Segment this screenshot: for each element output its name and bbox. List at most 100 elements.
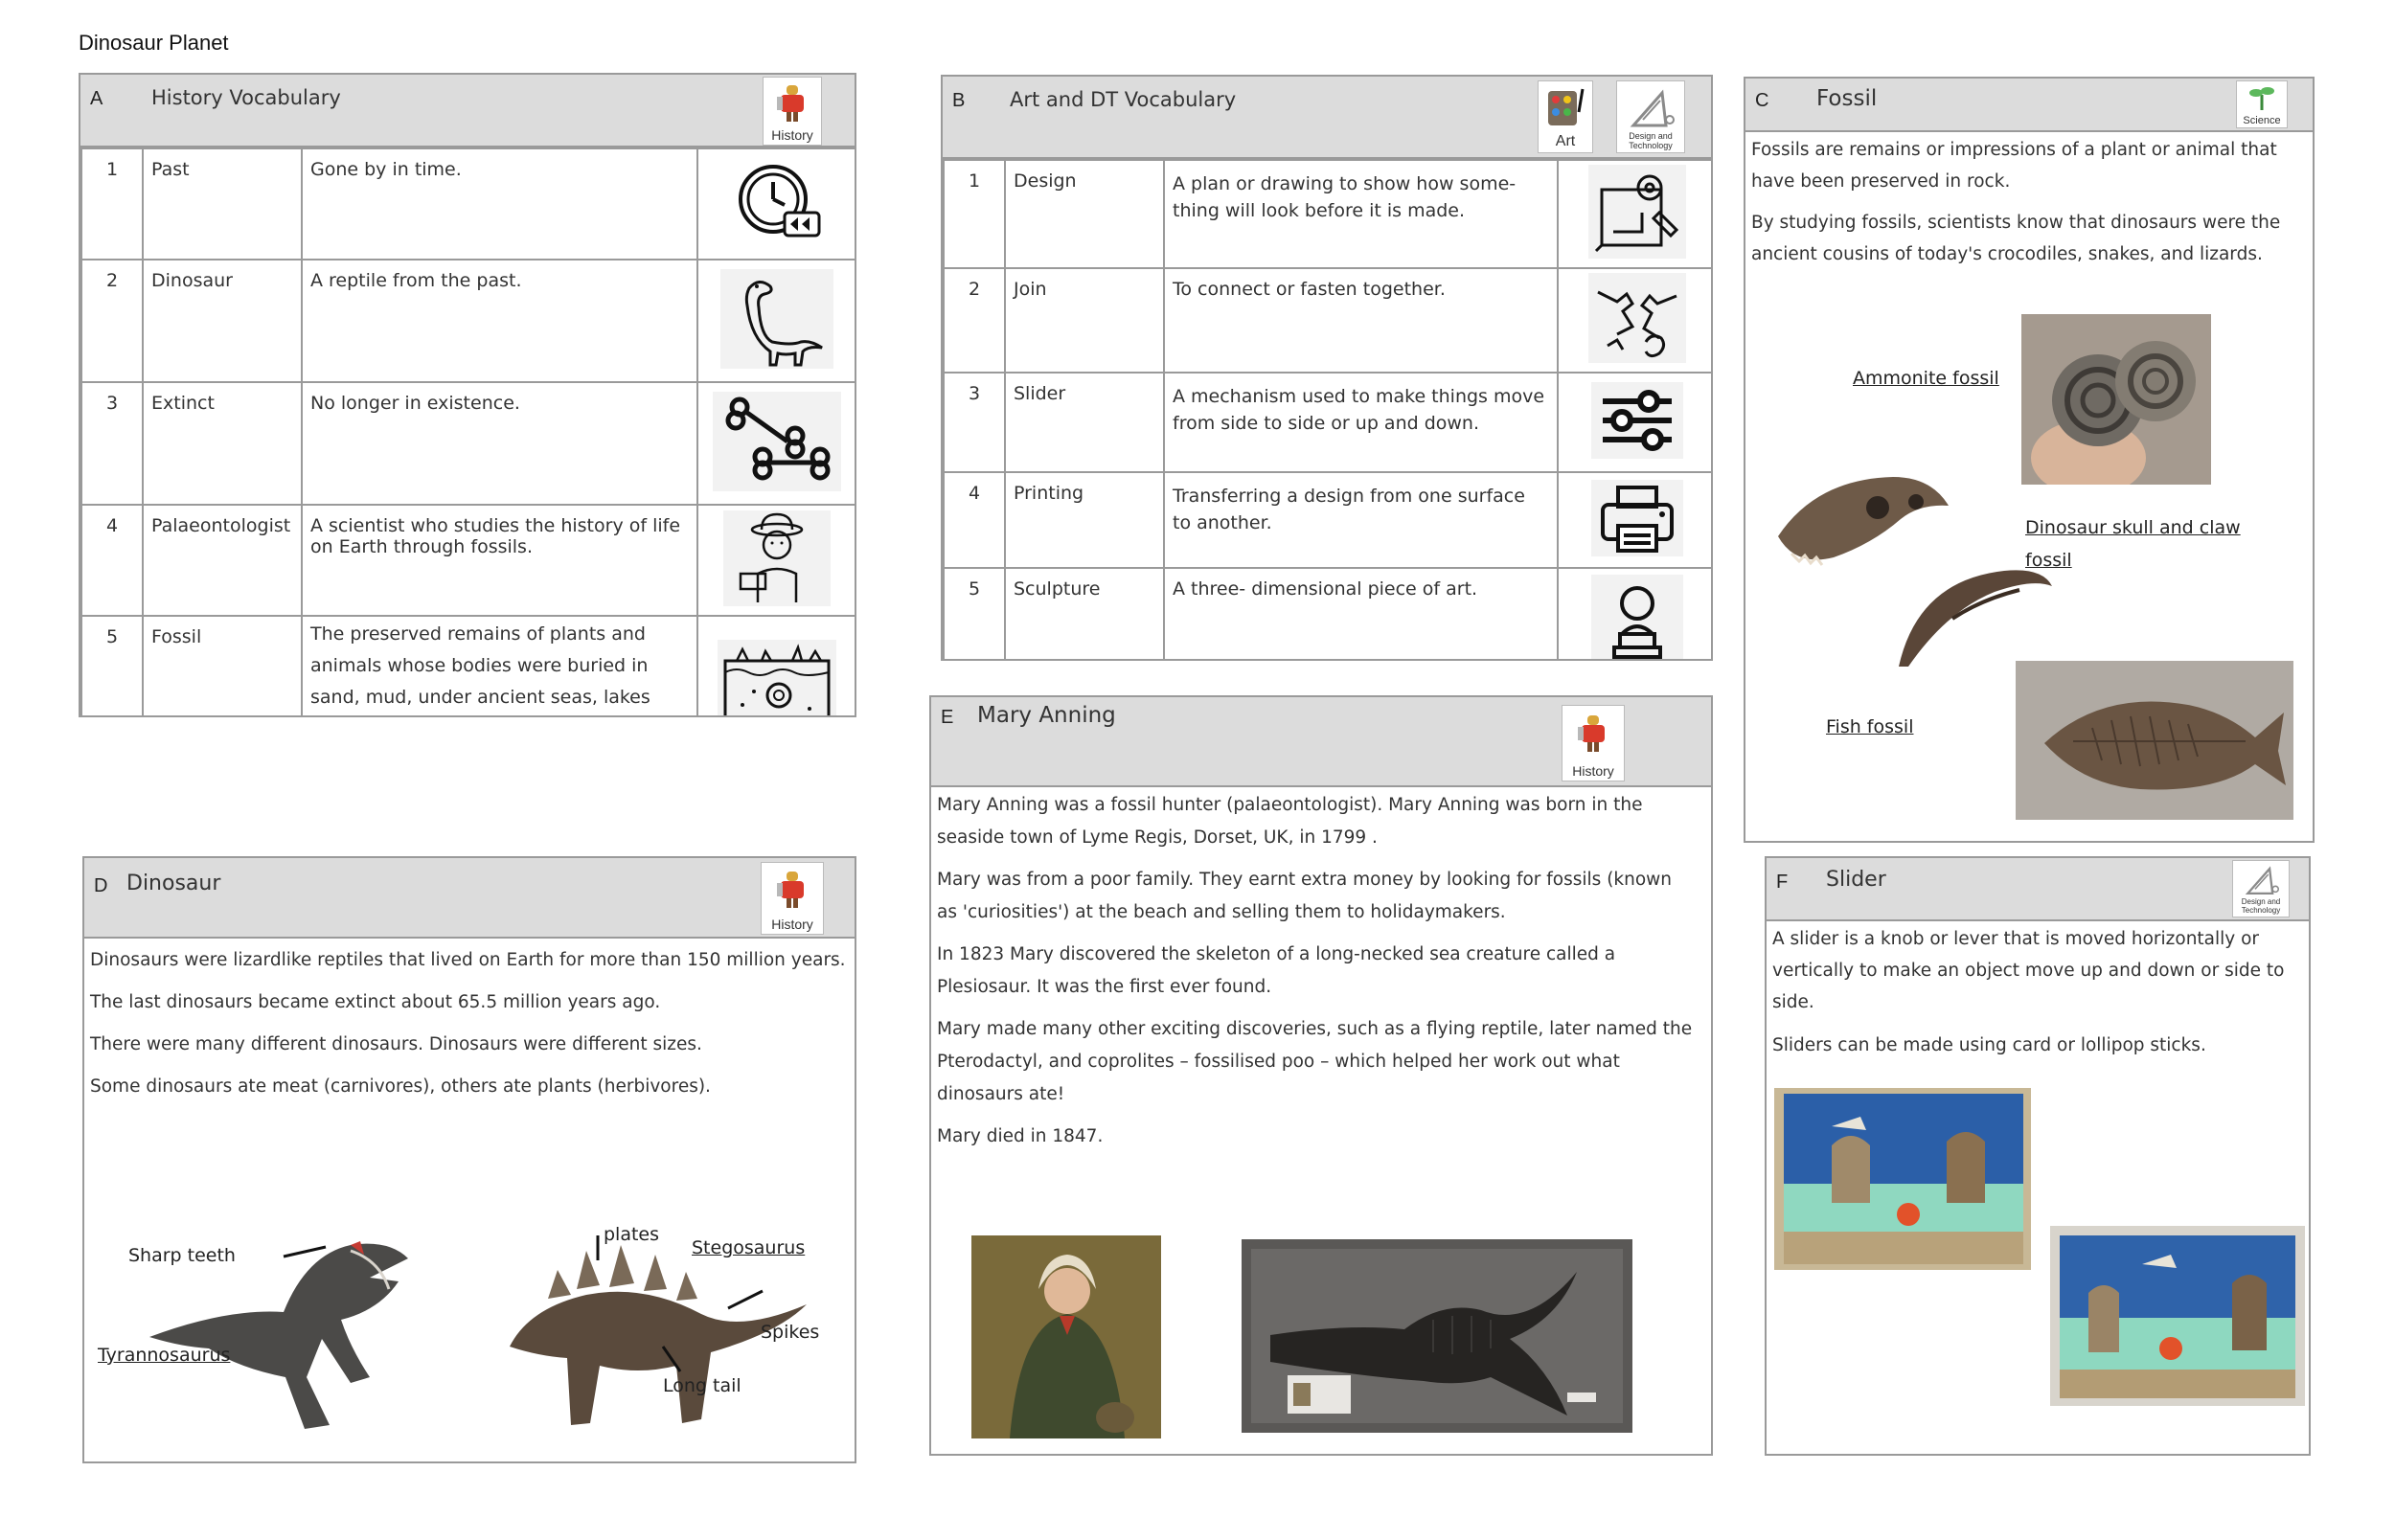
sculpture-icon [1611,585,1662,659]
table-row: 2 Join To connect or fasten together. [943,267,1711,374]
table-row: 5 Fossil The preserved remains of plants… [80,615,855,715]
plant-icon [2249,87,2274,110]
stegosaurus-label: Stegosaurus [692,1237,806,1258]
history-knight-icon [777,85,804,122]
row-definition: The preserved remains of plants and anim… [301,615,698,715]
set-square-icon [2245,866,2279,895]
panel-letter: C [1755,90,1769,111]
panel-dinosaur: D Dinosaur History Dinosaurs were lizard… [82,856,856,1463]
badge-caption: History [771,917,813,932]
sharp-teeth-label: Sharp teeth [128,1245,236,1266]
badge-caption: Design and Technology [2241,897,2281,915]
paragraph: Mary was from a poor family. They earnt … [937,870,1673,922]
paragraph: Mary died in 1847. [937,1126,1104,1146]
vocabulary-table: 1 Design A plan or drawing to show how s… [943,159,1711,659]
panel-header: A History Vocabulary History [80,75,855,147]
skull-claw-label: Dinosaur skull and claw fossil [2025,517,2241,571]
table-row: 3 Extinct No longer in existence. [80,381,855,506]
row-definition: A mechanism used to make things move fro… [1163,372,1559,473]
clock-rewind-icon [738,164,820,237]
mary-anning-portrait [971,1235,1161,1438]
row-number: 5 [943,567,1006,659]
history-knight-icon [777,872,804,908]
palaeontologist-icon [739,512,803,602]
design-technology-badge: Design and Technology [2232,860,2290,917]
paragraph: By studying fossils, scientists know tha… [1751,213,2281,264]
panel-letter: B [952,90,966,111]
panel-mary-anning: E Mary Anning History Mary Anning was a … [929,695,1713,1456]
panel-title: Fossil [1816,86,1878,111]
row-number: 1 [943,159,1006,269]
row-term: Past [142,147,303,260]
panel-header: F Slider Design and Technology [1767,858,2309,921]
fish-fossil-photo [2016,661,2293,820]
panel-title: Slider [1826,868,1886,892]
ammonite-photo [2021,314,2211,485]
row-term: Fossil [142,615,303,715]
fossil-layer-icon [723,643,830,715]
history-badge: History [763,77,822,146]
panel-history-vocabulary: A History Vocabulary History 1 Past Gone… [79,73,856,717]
paragraph: The last dinosaurs became extinct about … [90,992,661,1012]
row-number: 3 [80,381,144,506]
badge-caption: Design and Technology [1629,131,1673,150]
vocabulary-table: 1 Past Gone by in time. 2 Dinosaur A rep… [80,147,855,715]
bones-icon [725,396,830,480]
paragraph: There were many different dinosaurs. Din… [90,1034,702,1054]
badge-caption: History [771,127,813,143]
fish-label: Fish fossil [1826,716,1914,737]
row-number: 1 [80,147,144,260]
row-definition: Gone by in time. [301,147,698,260]
row-term: Dinosaur [142,259,303,383]
panel-letter: F [1776,872,1789,893]
panel-header: C Fossil Science [1745,79,2313,132]
table-row: 1 Design A plan or drawing to show how s… [943,159,1711,269]
row-definition: No longer in existence. [301,381,698,506]
row-definition: To connect or fasten together. [1163,267,1559,374]
art-badge: Art [1538,80,1593,153]
join-icon [1596,290,1677,358]
panel-fossil: C Fossil Science Fossils are remains or … [1744,77,2315,843]
badge-caption: Art [1555,133,1576,149]
row-definition: A three- dimensional piece of art. [1163,567,1559,659]
panel-letter: A [90,88,103,109]
badge-caption: History [1572,763,1614,779]
panel-title: History Vocabulary [151,86,341,109]
design-plan-icon [1594,174,1678,253]
paragraph: In 1823 Mary discovered the skeleton of … [937,944,1616,997]
row-definition: A plan or drawing to show how some-thing… [1163,159,1559,269]
panel-letter: E [941,707,954,728]
panel-header: E Mary Anning History [931,697,1711,787]
tyrannosaurus-label: Tyrannosaurus [98,1345,231,1366]
table-row: 1 Past Gone by in time. [80,147,855,260]
document-title: Dinosaur Planet [79,31,229,55]
paragraph: Fossils are remains or impressions of a … [1751,140,2277,192]
row-term: Extinct [142,381,303,506]
row-definition: A reptile from the past. [301,259,698,383]
history-badge: History [1562,705,1625,781]
panel-header: D Dinosaur History [84,858,855,939]
spikes-label: Spikes [761,1322,820,1343]
plesiosaur-skeleton-photo [1242,1239,1632,1433]
set-square-icon [1630,89,1675,127]
row-definition: A scientist who studies the history of l… [301,504,698,617]
row-number: 3 [943,372,1006,473]
row-term: Sculpture [1004,567,1165,659]
history-knight-icon [1578,715,1605,752]
table-row: 4 Palaeontologist A scientist who studie… [80,504,855,617]
ammonite-label: Ammonite fossil [1853,368,1999,389]
panel-title: Mary Anning [977,703,1116,728]
long-tail-label: Long tail [663,1375,741,1396]
row-number: 4 [80,504,144,617]
row-term: Palaeontologist [142,504,303,617]
row-term: Join [1004,267,1165,374]
row-number: 2 [80,259,144,383]
slider-model-photo-2 [2050,1226,2305,1406]
table-row: 2 Dinosaur A reptile from the past. [80,259,855,383]
plates-label: plates [604,1224,660,1245]
panel-slider: F Slider Design and Technology A slider … [1765,856,2311,1456]
row-term: Slider [1004,372,1165,473]
table-row: 5 Sculpture A three- dimensional piece o… [943,567,1711,659]
dinosaur-claw-photo [1899,570,2052,667]
row-definition: Transferring a design from one surface t… [1163,471,1559,569]
